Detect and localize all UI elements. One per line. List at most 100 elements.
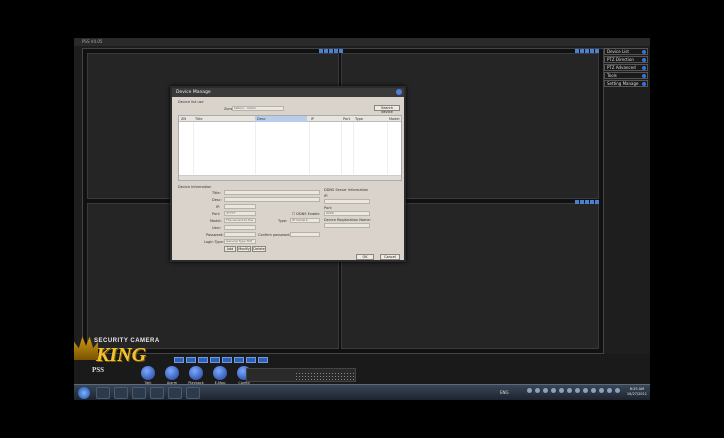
ip-label: IP: [216, 205, 221, 209]
user-input[interactable] [224, 225, 256, 230]
tray-icon[interactable] [551, 388, 556, 393]
desc-input[interactable] [224, 197, 320, 202]
title-input[interactable] [224, 190, 320, 195]
tray-icon[interactable] [543, 388, 548, 393]
tray-icon[interactable] [583, 388, 588, 393]
device-list-table[interactable]: ZN Title Desc IP Port Type Model [178, 115, 402, 181]
folder-taskbar-icon[interactable] [132, 387, 146, 399]
media-taskbar-icon[interactable] [150, 387, 164, 399]
tray-icon[interactable] [535, 388, 540, 393]
tray-icon[interactable] [607, 388, 612, 393]
pane-controls-bottom-right[interactable] [575, 200, 603, 204]
expand-icon [642, 74, 646, 78]
column-divider [255, 122, 256, 174]
column-zn[interactable]: ZN [181, 116, 186, 122]
pane-controls-top-left[interactable] [319, 49, 347, 53]
cancel-button[interactable]: Cancel [380, 254, 400, 260]
layout-13-button[interactable] [234, 357, 244, 363]
model-select[interactable]: The second-to the [224, 218, 256, 223]
tray-icon[interactable] [527, 388, 532, 393]
password-label: Password: [206, 233, 224, 237]
panel-device-list[interactable]: Device List [604, 48, 648, 55]
ie-taskbar-icon[interactable] [96, 387, 110, 399]
chrome-taskbar-icon[interactable] [114, 387, 128, 399]
confirm-password-input[interactable] [290, 232, 320, 237]
panel-ptz-advanced[interactable]: PTZ Advanced [604, 64, 648, 71]
panel-tools[interactable]: Tools [604, 72, 648, 79]
column-desc[interactable]: Desc [257, 116, 266, 122]
taskbar-clock[interactable]: 6:25 AM 10/27/2011 [627, 387, 647, 397]
horizontal-scrollbar[interactable] [179, 175, 401, 180]
pss-taskbar-icon[interactable] [186, 387, 200, 399]
ddns-ip-input[interactable] [324, 199, 370, 204]
type-select[interactable]: IP Camera [290, 218, 320, 223]
emap-button[interactable]: E-Map [211, 366, 229, 385]
layout-16-button[interactable] [246, 357, 256, 363]
type-label: Type: [278, 219, 288, 223]
column-ip[interactable]: IP [311, 116, 314, 122]
device-manage-dialog: Device Manage Device list use Zone Labou… [170, 86, 406, 262]
port-input[interactable]: 37777 [224, 211, 256, 216]
close-icon[interactable] [396, 89, 402, 95]
tray-icon[interactable] [559, 388, 564, 393]
security-camera-king-logo: SECURITY CAMERA KING PSS [72, 328, 182, 384]
layout-buttons [174, 357, 268, 363]
right-control-panel: Device List PTZ Direction PTZ Advanced T… [604, 48, 648, 108]
tray-icon[interactable] [599, 388, 604, 393]
app-title-bar: PSS V4.05 [74, 38, 650, 46]
language-indicator[interactable]: ENG [500, 390, 509, 395]
column-title[interactable]: Title [195, 116, 203, 122]
panel-item-label: Setting Manage [607, 81, 639, 86]
zone-select[interactable]: Labour - lisbon [232, 106, 284, 111]
expand-icon [642, 82, 646, 86]
logo-line-3: PSS [92, 366, 105, 374]
playback-button[interactable]: Playback [187, 366, 205, 385]
ddns-port-value: 9200 [326, 211, 334, 215]
add-button[interactable]: Add [224, 246, 236, 252]
confirm-password-label: Confirm password: [258, 233, 291, 237]
ok-button[interactable]: OK [356, 254, 374, 260]
ptz-speed-dots[interactable] [295, 372, 355, 380]
layout-6-button[interactable] [198, 357, 208, 363]
windows-taskbar: ENG 6:25 AM 10/27/2011 [74, 384, 650, 400]
ip-input[interactable] [224, 204, 256, 209]
column-divider [353, 122, 354, 174]
column-model[interactable]: Model [389, 116, 400, 122]
ddns-enable-checkbox[interactable]: ☐ DDNS Enable [292, 212, 320, 216]
layout-8-button[interactable] [210, 357, 220, 363]
panel-setting-manage[interactable]: Setting Manage [604, 80, 648, 87]
panel-ptz-direction[interactable]: PTZ Direction [604, 56, 648, 63]
layout-4-button[interactable] [186, 357, 196, 363]
delete-button[interactable]: Delete [252, 246, 266, 252]
column-type[interactable]: Type [355, 116, 363, 122]
expand-icon [642, 66, 646, 70]
app-taskbar-icon[interactable] [168, 387, 182, 399]
tray-icon[interactable] [567, 388, 572, 393]
column-divider [387, 122, 388, 174]
modify-button[interactable]: Modify [237, 246, 251, 252]
ptz-control-strip[interactable] [246, 368, 356, 382]
device-list-header: ZN Title Desc IP Port Type Model [179, 116, 401, 122]
search-device-button[interactable]: Search device [374, 105, 400, 114]
login-type-select[interactable]: General Type TCP [224, 239, 256, 244]
model-value: The second-to the [226, 218, 254, 222]
system-tray [527, 388, 620, 393]
column-port[interactable]: Port [343, 116, 350, 122]
tray-icon[interactable] [575, 388, 580, 393]
title-label: Title: [212, 191, 221, 195]
port-label: Port: [212, 212, 221, 216]
layout-9-button[interactable] [222, 357, 232, 363]
password-input[interactable] [224, 232, 256, 237]
registration-name-input[interactable] [324, 223, 370, 228]
column-divider [309, 122, 310, 174]
pane-controls-top-right[interactable] [575, 49, 603, 53]
desc-label: Desc: [212, 198, 222, 202]
type-value: IP Camera [292, 218, 308, 222]
tray-icon[interactable] [615, 388, 620, 393]
clock-date: 10/27/2011 [626, 392, 647, 396]
start-button[interactable] [78, 387, 90, 399]
ddns-port-input[interactable]: 9200 [324, 211, 370, 216]
tray-icon[interactable] [591, 388, 596, 393]
layout-fullscreen-button[interactable] [258, 357, 268, 363]
logo-line-2: KING [96, 344, 147, 366]
